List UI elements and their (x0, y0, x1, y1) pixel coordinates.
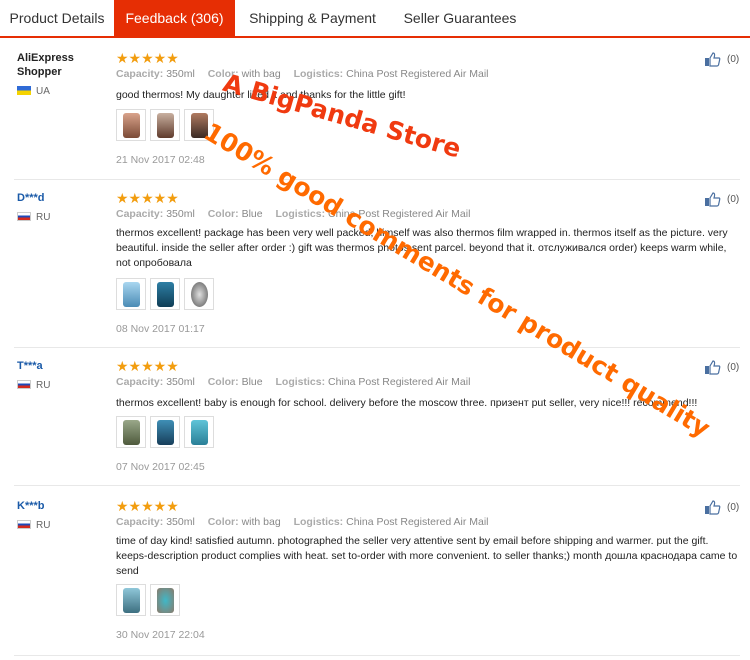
tab-seller-guarantees[interactable]: Seller Guarantees (390, 0, 530, 36)
thumbs-up-icon (705, 192, 721, 207)
review-meta: Capacity: 350ml Color: Blue Logistics: C… (116, 208, 471, 220)
star-rating: ★★★★★ (116, 498, 179, 514)
like-button[interactable]: (0) (704, 52, 739, 67)
reviewer-country: RU (17, 212, 50, 223)
review-divider (14, 179, 740, 180)
flag-icon (17, 380, 31, 389)
tab-product-details[interactable]: Product Details (0, 0, 114, 36)
thumbs-up-icon (705, 360, 721, 375)
like-button[interactable]: (0) (704, 500, 739, 515)
review-photo[interactable] (150, 109, 180, 141)
like-button[interactable]: (0) (704, 360, 739, 375)
reviewer-country: UA (17, 86, 50, 97)
reviewer-country: RU (17, 520, 50, 531)
review-item: K***b RU ★★★★★ Capacity: 350ml Color: wi… (0, 498, 750, 658)
review-divider (14, 655, 740, 656)
review-meta: Capacity: 350ml Color: Blue Logistics: C… (116, 376, 471, 388)
review-divider (14, 347, 740, 348)
review-date: 08 Nov 2017 01:17 (116, 323, 205, 335)
reviewer-country: RU (17, 380, 50, 391)
review-photo[interactable] (184, 416, 214, 448)
review-text: time of day kind! satisfied autumn. phot… (116, 535, 738, 577)
review-photo[interactable] (116, 278, 146, 310)
reviewer-name: D***d (17, 192, 45, 204)
tab-shipping-payment[interactable]: Shipping & Payment (235, 0, 390, 36)
tab-feedback[interactable]: Feedback (306) (114, 0, 235, 36)
flag-icon (17, 212, 31, 221)
review-photo[interactable] (150, 278, 180, 310)
review-photo[interactable] (150, 584, 180, 616)
tab-bar: Product Details Feedback (306) Shipping … (0, 0, 750, 38)
reviewer-name: K***b (17, 500, 45, 512)
star-rating: ★★★★★ (116, 50, 179, 66)
reviewer-name: T***a (17, 360, 43, 372)
star-rating: ★★★★★ (116, 190, 179, 206)
review-photo[interactable] (116, 584, 146, 616)
thumbs-up-icon (705, 52, 721, 67)
review-photo[interactable] (184, 278, 214, 310)
flag-icon (17, 86, 31, 95)
review-photos (116, 584, 184, 621)
review-meta: Capacity: 350ml Color: with bag Logistic… (116, 68, 489, 80)
review-meta: Capacity: 350ml Color: with bag Logistic… (116, 516, 489, 528)
thumbs-up-icon (705, 500, 721, 515)
like-button[interactable]: (0) (704, 192, 739, 207)
review-photos (116, 416, 218, 453)
star-rating: ★★★★★ (116, 358, 179, 374)
review-text: good thermos! My daughter liked it and t… (116, 89, 406, 101)
review-photo[interactable] (116, 416, 146, 448)
review-photo[interactable] (150, 416, 180, 448)
review-date: 07 Nov 2017 02:45 (116, 461, 205, 473)
review-photo[interactable] (116, 109, 146, 141)
reviewer-name: AliExpress Shopper (17, 52, 74, 78)
review-date: 21 Nov 2017 02:48 (116, 154, 205, 166)
review-date: 30 Nov 2017 22:04 (116, 629, 205, 641)
flag-icon (17, 520, 31, 529)
review-divider (14, 485, 740, 486)
review-photos (116, 278, 218, 315)
